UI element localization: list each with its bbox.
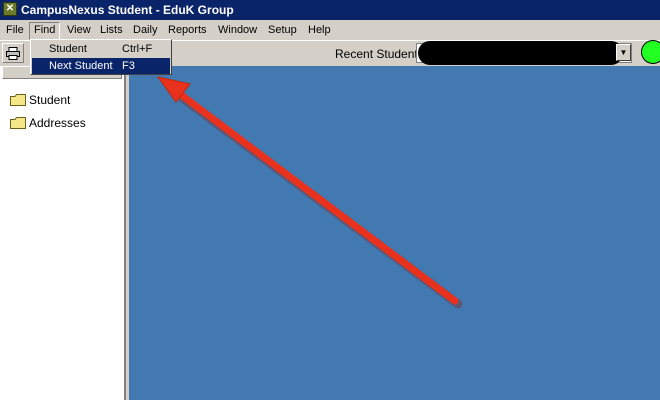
annotation-arrow-icon	[156, 76, 463, 309]
